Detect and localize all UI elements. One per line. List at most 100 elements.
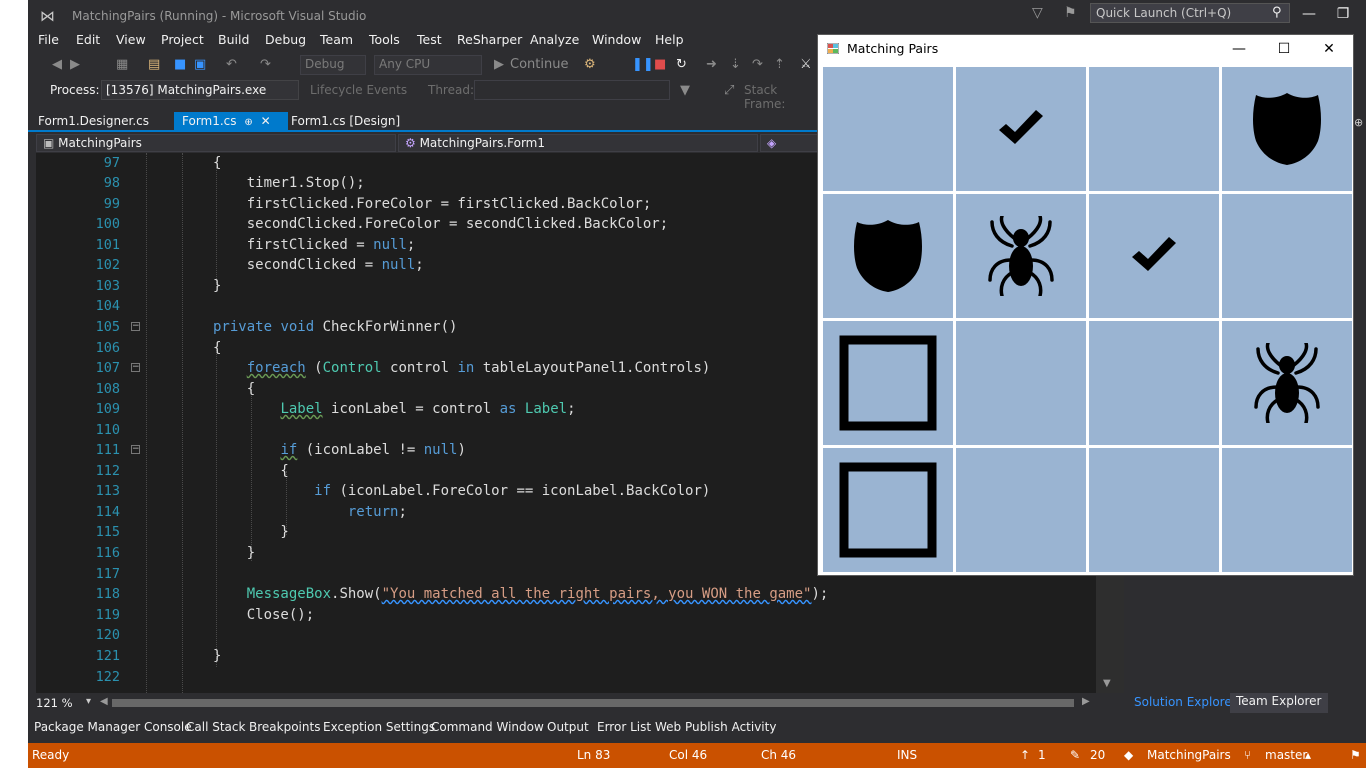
menu-project[interactable]: Project [161, 32, 204, 47]
scroll-right-icon[interactable]: ▶ [1082, 696, 1090, 707]
menu-tools[interactable]: Tools [369, 32, 400, 47]
tile-hidden[interactable] [823, 67, 953, 191]
tile-check[interactable] [956, 67, 1086, 191]
minimize-button[interactable]: — [1296, 2, 1322, 26]
break-all-icon[interactable]: ❚❚ [632, 57, 654, 72]
menu-window[interactable]: Window [592, 32, 641, 47]
open-file-icon[interactable]: ▤ [148, 57, 160, 72]
stop-icon[interactable]: ■ [654, 57, 666, 72]
tile-hidden[interactable] [1222, 194, 1352, 318]
tile-shield[interactable] [823, 194, 953, 318]
tile-hidden[interactable] [1089, 448, 1219, 572]
tile-hidden[interactable] [1089, 321, 1219, 445]
quick-launch-input[interactable]: Quick Launch (Ctrl+Q) [1090, 3, 1290, 23]
branch-icon[interactable]: ⑂ [1244, 748, 1251, 762]
menu-edit[interactable]: Edit [76, 32, 100, 47]
tab-team-explorer[interactable]: Team Explorer [1230, 693, 1328, 713]
tile-hidden[interactable] [1089, 67, 1219, 191]
zoom-level[interactable]: 121 % [36, 696, 73, 710]
restart-icon[interactable]: ↻ [676, 57, 687, 72]
save-all-icon[interactable]: ▣ [194, 57, 206, 72]
tile-square[interactable] [823, 321, 953, 445]
minimize-button[interactable]: — [1216, 35, 1262, 63]
menu-test[interactable]: Test [417, 32, 442, 47]
horizontal-scrollbar-thumb[interactable] [112, 699, 1074, 707]
pending-changes-count[interactable]: 20 [1090, 748, 1105, 762]
step-over-icon[interactable]: ↷ [752, 57, 763, 72]
process-dropdown[interactable]: [13576] MatchingPairs.exe [101, 80, 299, 100]
close-button[interactable]: ✕ [1306, 35, 1352, 63]
tab-form1-designer[interactable]: Form1.Designer.cs [30, 112, 157, 132]
notification-filter-icon[interactable]: ▽ [1032, 5, 1043, 21]
collapse-toggle[interactable]: − [131, 322, 140, 331]
new-project-icon[interactable]: ▦ [116, 57, 128, 72]
configuration-dropdown[interactable]: Debug [300, 55, 366, 75]
tab-call-stack[interactable]: Call Stack [186, 720, 245, 734]
tab-exception-settings[interactable]: Exception Settings [323, 720, 435, 734]
restore-button[interactable]: ❐ [1330, 2, 1356, 26]
maximize-button[interactable]: ☐ [1261, 35, 1307, 63]
forward-icon[interactable]: ▶ [70, 57, 80, 72]
exception-icon[interactable]: ⚔ [800, 57, 812, 72]
menu-analyze[interactable]: Analyze [530, 32, 579, 47]
unpublished-commits-count[interactable]: 1 [1038, 748, 1046, 762]
pin-icon[interactable]: ⊕ [1354, 116, 1363, 129]
repository-name[interactable]: MatchingPairs [1147, 748, 1231, 762]
continue-button[interactable]: Continue [510, 57, 568, 72]
tile-spider[interactable] [956, 194, 1086, 318]
tile-square[interactable] [823, 448, 953, 572]
tile-shield[interactable] [1222, 67, 1352, 191]
back-icon[interactable]: ◀ [52, 57, 62, 72]
tab-error-list[interactable]: Error List [597, 720, 651, 734]
scroll-down-icon[interactable]: ▼ [1103, 678, 1111, 689]
undo-icon[interactable]: ↶ [226, 57, 237, 72]
member-dropdown[interactable]: ◈ label_c [760, 134, 818, 152]
scroll-left-icon[interactable]: ◀ [100, 696, 108, 707]
redo-icon[interactable]: ↷ [260, 57, 271, 72]
notifications-icon[interactable]: ⚑ [1350, 748, 1361, 762]
project-dropdown[interactable]: ▣ MatchingPairs [36, 134, 396, 152]
feedback-icon[interactable]: ⚑ [1064, 5, 1077, 21]
menu-debug[interactable]: Debug [265, 32, 306, 47]
thread-dropdown[interactable] [474, 80, 670, 100]
menu-help[interactable]: Help [655, 32, 684, 47]
attach-icon[interactable]: ⚙ [584, 57, 596, 72]
flag-thread-icon[interactable]: ▼ [680, 83, 690, 98]
menu-build[interactable]: Build [218, 32, 249, 47]
tab-command-window[interactable]: Command Window [431, 720, 544, 734]
collapse-toggle[interactable]: − [131, 363, 140, 372]
save-icon[interactable]: ■ [174, 57, 186, 72]
collapse-toggle[interactable]: − [131, 445, 140, 454]
show-next-statement-icon[interactable]: ➜ [706, 57, 717, 72]
tab-solution-explorer[interactable]: Solution Explorer [1134, 695, 1237, 709]
close-tab-icon[interactable]: ✕ [261, 114, 271, 128]
branch-name[interactable]: master [1265, 748, 1307, 762]
tile-spider[interactable] [1222, 321, 1352, 445]
tile-hidden[interactable] [956, 448, 1086, 572]
publish-up-icon[interactable]: ↑ [1020, 748, 1030, 762]
zoom-dropdown-icon[interactable]: ▾ [86, 696, 91, 707]
branch-menu-icon[interactable]: ▴ [1305, 748, 1311, 762]
class-dropdown[interactable]: ⚙ MatchingPairs.Form1 [398, 134, 758, 152]
tile-check[interactable] [1089, 194, 1219, 318]
repo-icon[interactable]: ◆ [1124, 748, 1133, 762]
menu-file[interactable]: File [38, 32, 59, 47]
search-icon[interactable]: ⚲ [1272, 5, 1282, 20]
tab-web-publish-activity[interactable]: Web Publish Activity [655, 720, 776, 734]
tab-form1-design[interactable]: Form1.cs [Design] [283, 112, 408, 132]
tab-package-manager-console[interactable]: Package Manager Console [34, 720, 192, 734]
step-into-icon[interactable]: ⇣ [730, 57, 741, 72]
tab-breakpoints[interactable]: Breakpoints [249, 720, 320, 734]
step-out-icon[interactable]: ⇡ [774, 57, 785, 72]
pencil-icon[interactable]: ✎ [1070, 748, 1080, 762]
menu-resharper[interactable]: ReSharper [457, 32, 522, 47]
menu-view[interactable]: View [116, 32, 146, 47]
tab-output[interactable]: Output [547, 720, 589, 734]
tab-form1-cs[interactable]: Form1.cs ⊕ ✕ [174, 112, 288, 132]
pin-icon[interactable]: ⊕ [244, 117, 252, 128]
vertical-scrollbar[interactable]: ▼ [1096, 575, 1124, 693]
menu-team[interactable]: Team [320, 32, 353, 47]
lifecycle-events-dropdown[interactable]: Lifecycle Events [310, 83, 407, 97]
platform-dropdown[interactable]: Any CPU [374, 55, 482, 75]
tile-hidden[interactable] [1222, 448, 1352, 572]
